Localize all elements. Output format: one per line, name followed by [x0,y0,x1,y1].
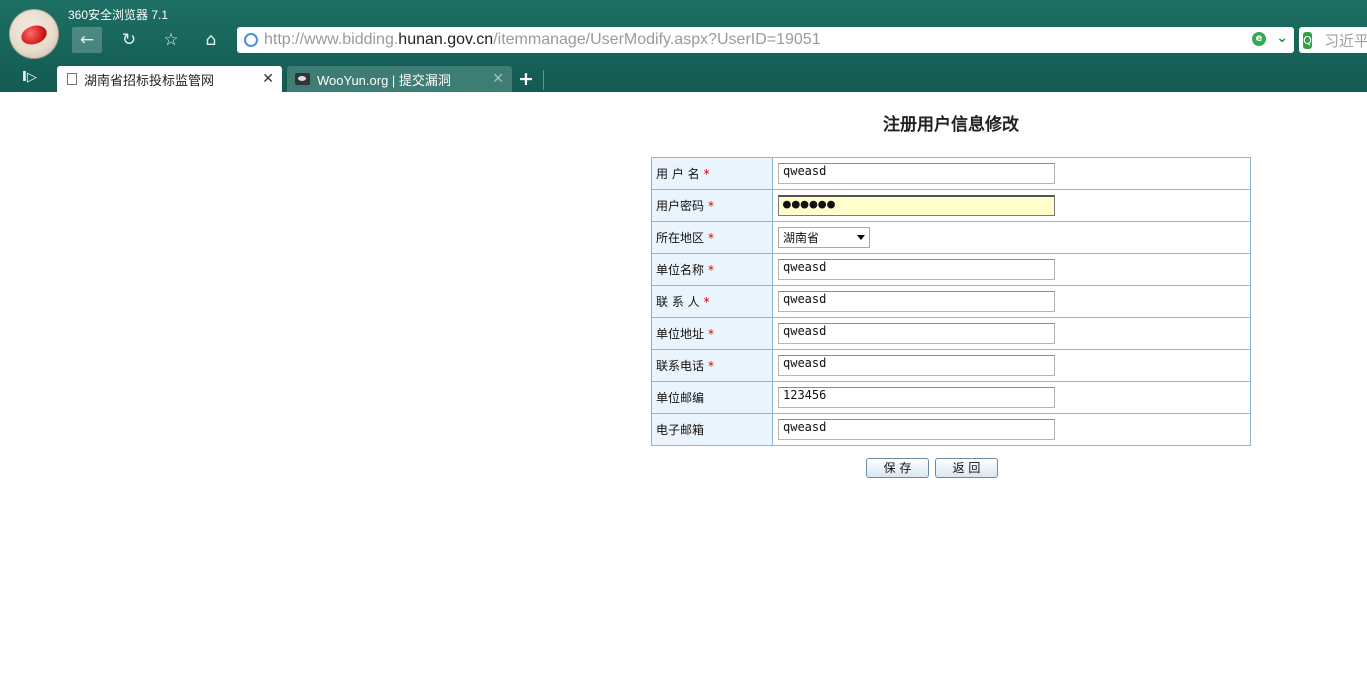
password-input[interactable]: ●●●●●● [778,195,1055,216]
home-icon: ⌂ [205,30,217,50]
url-path: /itemmanage/UserModify.aspx?UserID=19051 [493,31,821,48]
field-label: 联系电话 * [651,349,773,382]
field-label: 单位地址 * [651,317,773,350]
required-mark: * [708,263,715,277]
back-arrow-icon: ← [79,30,95,50]
field-value-cell: qweasd [772,253,1251,286]
form-row-phone: 联系电话 * qweasd [651,349,1251,382]
form-row-email: 电子邮箱 qweasd [651,413,1251,446]
field-label: 用户密码 * [651,189,773,222]
url-text[interactable]: http://www.bidding.hunan.gov.cn/itemmana… [264,31,821,49]
form-row-username: 用 户 名 * qweasd [651,157,1251,190]
tab-label: WooYun.org | 提交漏洞 [317,72,451,88]
search-input[interactable]: 习近平 [1324,30,1367,51]
page-icon [67,73,77,85]
star-icon: ☆ [163,30,179,50]
company-address-input[interactable]: qweasd [778,323,1055,344]
dropdown-arrow-icon [857,235,865,240]
sidebar-toggle-icon[interactable]: I▷ [22,70,37,85]
username-input[interactable]: qweasd [778,163,1055,184]
tab-divider [543,70,544,90]
form-row-region: 所在地区 * 湖南省 [651,221,1251,254]
page-title: 注册用户信息修改 [883,115,1019,135]
required-mark: * [703,295,710,309]
form-row-contact: 联 系 人 * qweasd [651,285,1251,318]
label-text: 联 系 人 [656,295,700,309]
required-mark: * [703,167,710,181]
label-text: 用户密码 [656,199,705,213]
field-value-cell: ●●●●●● [772,189,1251,222]
close-icon[interactable]: ✕ [262,70,274,87]
phone-input[interactable]: qweasd [778,355,1055,376]
home-button[interactable]: ⌂ [196,27,226,53]
search-box[interactable]: Q 习近平 [1299,27,1367,53]
reload-button[interactable]: ↻ [114,27,144,53]
field-label: 所在地区 * [651,221,773,254]
wooyun-favicon-icon [295,73,310,85]
required-mark: * [708,199,715,213]
field-label: 电子邮箱 [651,413,773,446]
app-title: 360安全浏览器 7.1 [68,8,169,22]
field-label: 用 户 名 * [651,157,773,190]
form-row-company-name: 单位名称 * qweasd [651,253,1251,286]
chevron-down-icon[interactable]: ⌄ [1276,30,1288,46]
label-text: 电子邮箱 [656,423,705,437]
company-name-input[interactable]: qweasd [778,259,1055,280]
globe-icon [244,33,258,47]
reload-icon: ↻ [121,30,137,50]
field-label: 联 系 人 * [651,285,773,318]
required-mark: * [708,327,715,341]
address-bar[interactable]: http://www.bidding.hunan.gov.cn/itemmana… [237,27,1294,53]
favorite-button[interactable]: ☆ [156,27,186,53]
field-value-cell: 湖南省 [772,221,1251,254]
tab-wooyun[interactable]: WooYun.org | 提交漏洞 ✕ [287,66,512,92]
required-mark: * [708,359,715,373]
browser-chrome: 360安全浏览器 7.1 ← ↻ ☆ ⌂ http://www.bidding.… [0,0,1367,92]
form-row-postcode: 单位邮编 123456 [651,381,1251,414]
form-actions: 保 存 返 回 [866,458,998,478]
label-text: 用 户 名 [656,167,700,181]
region-select[interactable]: 湖南省 [778,227,870,248]
tab-label: 湖南省招标投标监管网 [84,72,215,88]
field-value-cell: qweasd [772,413,1251,446]
contact-person-input[interactable]: qweasd [778,291,1055,312]
save-button[interactable]: 保 存 [866,458,929,478]
field-value-cell: 123456 [772,381,1251,414]
tab-bidding[interactable]: 湖南省招标投标监管网 ✕ [57,66,282,92]
field-value-cell: qweasd [772,157,1251,190]
close-icon[interactable]: ✕ [492,70,504,87]
label-text: 联系电话 [656,359,705,373]
region-selected-value: 湖南省 [783,231,820,245]
label-text: 单位名称 [656,263,705,277]
label-text: 单位地址 [656,327,705,341]
field-label: 单位邮编 [651,381,773,414]
postcode-input[interactable]: 123456 [778,387,1055,408]
search-engine-icon[interactable]: Q [1303,31,1312,49]
back-button[interactable]: 返 回 [935,458,998,478]
email-input[interactable]: qweasd [778,419,1055,440]
field-value-cell: qweasd [772,349,1251,382]
label-text: 单位邮编 [656,391,705,405]
form-row-address: 单位地址 * qweasd [651,317,1251,350]
form-row-password: 用户密码 * ●●●●●● [651,189,1251,222]
field-label: 单位名称 * [651,253,773,286]
field-value-cell: qweasd [772,317,1251,350]
label-text: 所在地区 [656,231,705,245]
back-button[interactable]: ← [72,27,102,53]
url-domain: hunan.gov.cn [398,31,494,48]
required-mark: * [708,231,715,245]
new-tab-button[interactable]: + [518,68,534,90]
security-shield-icon[interactable]: e [1252,32,1266,46]
url-prefix: http://www.bidding. [264,31,399,48]
user-info-form: 用 户 名 * qweasd 用户密码 * ●●●●●● 所在地区 * 湖南省 单位名… [651,157,1251,446]
field-value-cell: qweasd [772,285,1251,318]
browser-logo-icon[interactable] [9,9,59,59]
